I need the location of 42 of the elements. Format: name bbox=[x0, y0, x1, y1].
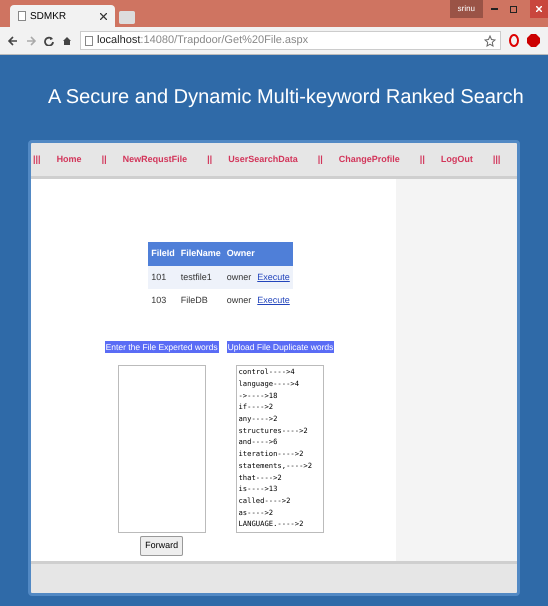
minimize-icon[interactable] bbox=[491, 8, 498, 11]
browser-tab[interactable]: SDMKR bbox=[10, 5, 115, 27]
url-text: localhost:14080/Trapdoor/Get%20File.aspx bbox=[97, 33, 310, 48]
forward-button[interactable]: Forward bbox=[140, 536, 184, 556]
window-close-button[interactable] bbox=[530, 0, 548, 18]
address-bar[interactable]: localhost:14080/Trapdoor/Get%20File.aspx bbox=[80, 31, 501, 50]
page-icon bbox=[18, 11, 26, 21]
nav-link[interactable]: Home bbox=[56, 152, 82, 166]
execute-link[interactable]: Execute bbox=[257, 272, 290, 282]
star-icon[interactable] bbox=[484, 34, 496, 46]
field-label: Enter the File Experted words bbox=[104, 340, 219, 354]
nav-link[interactable]: ChangeProfile bbox=[338, 152, 400, 166]
nav-separator: || bbox=[318, 152, 323, 166]
nav-link[interactable]: LogOut bbox=[440, 152, 473, 166]
column-header: FileName bbox=[178, 242, 224, 266]
reload-icon[interactable] bbox=[44, 36, 54, 46]
nav-separator: || bbox=[207, 152, 212, 166]
execute-link[interactable]: Execute bbox=[257, 295, 290, 305]
nav-link[interactable]: UserSearchData bbox=[228, 152, 298, 166]
table-cell: testfile1 bbox=[178, 266, 224, 289]
close-icon[interactable] bbox=[100, 12, 107, 20]
table-cell: owner bbox=[224, 266, 254, 289]
nav-separator: ||| bbox=[492, 152, 500, 166]
close-icon bbox=[536, 6, 542, 12]
opera-icon[interactable] bbox=[509, 34, 519, 47]
column-header: FileId bbox=[148, 242, 178, 266]
adblock-icon[interactable] bbox=[527, 34, 540, 47]
field-label: Upload File Duplicate words bbox=[226, 340, 334, 354]
page-heading: A Secure and Dynamic Multi-keyword Ranked Search bbox=[48, 85, 524, 109]
tab-title: SDMKR bbox=[30, 10, 68, 24]
nav-link[interactable]: NewRequstFile bbox=[122, 152, 188, 166]
page-icon bbox=[85, 36, 93, 46]
nav-separator: || bbox=[420, 152, 425, 166]
nav-separator: ||| bbox=[33, 152, 41, 166]
home-icon[interactable] bbox=[62, 36, 72, 46]
expected-words-field[interactable] bbox=[118, 365, 206, 534]
column-header: Owner bbox=[224, 242, 293, 266]
table-cell: 101 bbox=[148, 266, 178, 289]
restore-icon[interactable] bbox=[510, 5, 518, 13]
nav-separator: || bbox=[102, 152, 107, 166]
user-badge[interactable]: srinu bbox=[450, 0, 483, 18]
back-icon[interactable] bbox=[8, 36, 18, 46]
